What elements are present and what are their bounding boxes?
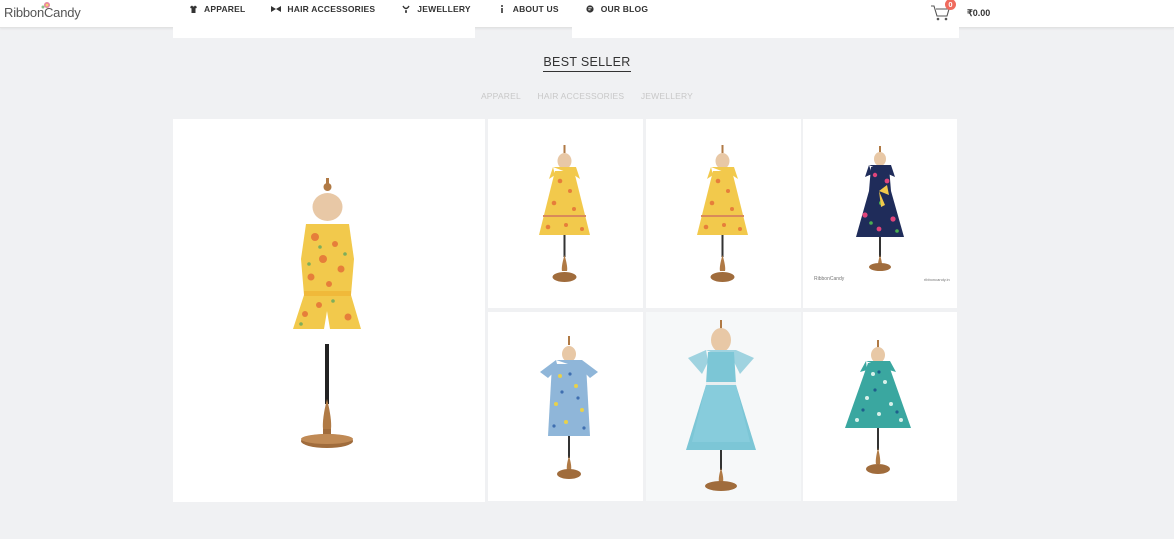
product-image: [697, 145, 748, 282]
watermark-url: ribboncandy.in: [924, 277, 950, 282]
nav-item-hair-accessories[interactable]: HAIR ACCESSORIES: [271, 4, 375, 14]
product-card[interactable]: [488, 119, 643, 308]
bow-icon: [271, 4, 282, 14]
product-card[interactable]: [173, 119, 485, 502]
nav-label: HAIR ACCESSORIES: [287, 4, 376, 14]
product-image: [539, 145, 590, 282]
nav-label: APPAREL: [204, 4, 246, 14]
product-card[interactable]: [803, 312, 957, 501]
section-heading: BEST SELLER: [0, 53, 1174, 72]
nav-item-apparel[interactable]: APPAREL: [188, 4, 245, 14]
product-image: [293, 178, 361, 448]
filter-jewellery[interactable]: JEWELLERY: [641, 91, 693, 101]
nav-label: ABOUT US: [512, 4, 559, 14]
tshirt-icon: [188, 4, 198, 14]
nav-label: OUR BLOG: [600, 4, 649, 14]
brand-logo[interactable]: RibbonCandy: [4, 2, 81, 20]
top-header: RibbonCandy APPAREL HAIR ACCESSORIES JEW…: [0, 0, 1174, 28]
product-image: [686, 320, 756, 491]
filter-apparel[interactable]: APPAREL: [481, 91, 521, 101]
info-icon: [497, 4, 507, 14]
blog-icon: [585, 4, 595, 14]
cart-total[interactable]: ₹0.00: [967, 8, 990, 19]
category-filters: APPAREL HAIR ACCESSORIES JEWELLERY: [0, 91, 1174, 101]
nav-item-our-blog[interactable]: OUR BLOG: [585, 4, 648, 14]
cart-count-badge: 0: [945, 0, 956, 10]
main-nav: APPAREL HAIR ACCESSORIES JEWELLERY ABOUT…: [188, 4, 648, 14]
jewel-icon: [401, 4, 411, 14]
watermark-brand: RibbonCandy: [814, 276, 845, 282]
product-card[interactable]: [646, 312, 801, 501]
nav-label: JEWELLERY: [417, 4, 471, 14]
flower-icon: [41, 2, 50, 9]
previous-section-panel: [173, 27, 475, 38]
product-card[interactable]: RibbonCandy ribboncandy.in: [803, 119, 957, 308]
previous-section-panel: [572, 27, 959, 38]
filter-hair-accessories[interactable]: HAIR ACCESSORIES: [537, 91, 624, 101]
section-title: BEST SELLER: [543, 55, 631, 72]
nav-item-jewellery[interactable]: JEWELLERY: [401, 4, 471, 14]
product-image: [845, 340, 911, 474]
product-card[interactable]: [646, 119, 801, 308]
product-image: [540, 336, 598, 479]
nav-item-about-us[interactable]: ABOUT US: [497, 4, 559, 14]
cart-button[interactable]: 0: [930, 0, 956, 27]
product-card[interactable]: [488, 312, 643, 501]
